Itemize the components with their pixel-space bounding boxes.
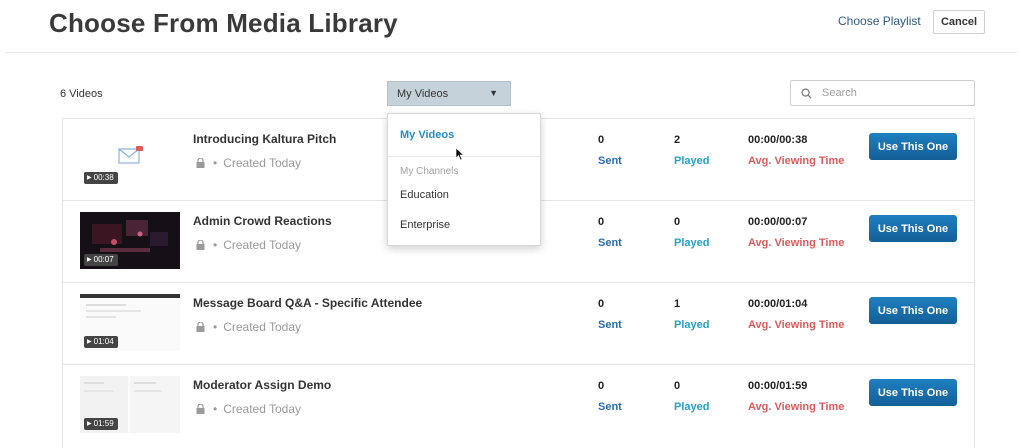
sent-label: Sent: [598, 319, 622, 331]
lock-icon: [196, 158, 205, 168]
sent-count: 0: [598, 216, 605, 228]
search-box[interactable]: [790, 80, 975, 106]
search-input[interactable]: [820, 86, 964, 100]
video-thumbnail[interactable]: ▶ 01:59: [80, 376, 180, 433]
video-count: 6 Videos: [60, 88, 103, 100]
duration-text: 01:59: [93, 419, 114, 428]
played-label: Played: [674, 237, 710, 249]
created-label: Created Today: [223, 402, 302, 416]
video-meta: • Created Today: [196, 156, 301, 170]
viewing-time-label: Avg. Viewing Time: [748, 401, 845, 413]
play-icon: ▶: [87, 257, 92, 263]
viewing-time-label: Avg. Viewing Time: [748, 319, 845, 331]
play-icon: ▶: [87, 339, 92, 345]
video-title: Message Board Q&A - Specific Attendee: [193, 296, 423, 310]
use-this-one-button[interactable]: Use This One: [869, 215, 957, 242]
sent-label: Sent: [598, 401, 622, 413]
viewing-time: 00:00/01:59: [748, 380, 808, 392]
video-thumbnail[interactable]: ▶ 00:07: [80, 212, 180, 269]
use-this-one-button[interactable]: Use This One: [869, 297, 957, 324]
dropdown-separator: [388, 156, 540, 157]
play-icon: ▶: [87, 175, 92, 181]
played-count: 0: [674, 216, 681, 228]
lock-icon: [196, 240, 205, 250]
sent-label: Sent: [598, 155, 622, 167]
bullet: •: [213, 156, 218, 170]
duration-text: 01:04: [93, 337, 114, 346]
sent-count: 0: [598, 380, 605, 392]
played-count: 2: [674, 134, 681, 146]
filter-select-value: My Videos: [397, 87, 449, 100]
video-title: Moderator Assign Demo: [193, 378, 332, 392]
bullet: •: [213, 320, 218, 334]
lock-icon: [196, 322, 205, 332]
mouse-cursor-icon: [456, 148, 464, 160]
dropdown-header-my-channels: My Channels: [400, 166, 459, 177]
created-label: Created Today: [223, 156, 302, 170]
page-title: Choose From Media Library: [49, 8, 398, 38]
video-meta: • Created Today: [196, 402, 301, 416]
lock-icon: [196, 404, 205, 414]
use-this-one-button[interactable]: Use This One: [869, 379, 957, 406]
header-divider: [5, 52, 1017, 53]
played-count: 1: [674, 298, 681, 310]
dropdown-item-enterprise[interactable]: Enterprise: [400, 219, 450, 231]
dropdown-item-education[interactable]: Education: [400, 189, 449, 201]
duration-badge: ▶ 01:04: [84, 336, 118, 348]
video-row: ▶ 01:04 Message Board Q&A - Specific Atte…: [63, 283, 974, 365]
sent-label: Sent: [598, 237, 622, 249]
dropdown-item-my-videos[interactable]: My Videos: [400, 129, 454, 141]
filter-select[interactable]: My Videos ▼: [387, 81, 511, 106]
choose-playlist-link[interactable]: Choose Playlist: [838, 14, 921, 28]
video-meta: • Created Today: [196, 320, 301, 334]
duration-text: 00:07: [93, 255, 114, 264]
viewing-time-label: Avg. Viewing Time: [748, 155, 845, 167]
duration-badge: ▶ 00:07: [84, 254, 118, 266]
viewing-time: 00:00/00:38: [748, 134, 808, 146]
sent-count: 0: [598, 134, 605, 146]
played-label: Played: [674, 401, 710, 413]
video-title: Admin Crowd Reactions: [193, 214, 332, 228]
bullet: •: [213, 238, 218, 252]
email-icon: [118, 146, 143, 164]
created-label: Created Today: [223, 320, 302, 334]
viewing-time: 00:00/00:07: [748, 216, 808, 228]
duration-badge: ▶ 00:38: [84, 172, 118, 184]
chevron-down-icon: ▼: [489, 88, 498, 98]
bullet: •: [213, 402, 218, 416]
video-thumbnail[interactable]: ▶ 01:04: [80, 294, 180, 351]
duration-text: 00:38: [93, 173, 114, 182]
search-icon: [801, 88, 812, 99]
played-count: 0: [674, 380, 681, 392]
video-title: Introducing Kaltura Pitch: [193, 132, 337, 146]
played-label: Played: [674, 155, 710, 167]
use-this-one-button[interactable]: Use This One: [869, 133, 957, 160]
play-icon: ▶: [87, 421, 92, 427]
video-thumbnail[interactable]: ▶ 00:38: [80, 130, 180, 187]
viewing-time: 00:00/01:04: [748, 298, 808, 310]
created-label: Created Today: [223, 238, 302, 252]
cancel-button[interactable]: Cancel: [933, 10, 985, 34]
filter-dropdown-menu: My Videos My Channels Education Enterpri…: [387, 113, 541, 246]
viewing-time-label: Avg. Viewing Time: [748, 237, 845, 249]
video-row: ▶ 01:59 Moderator Assign Demo • Created T…: [63, 365, 974, 447]
video-meta: • Created Today: [196, 238, 301, 252]
played-label: Played: [674, 319, 710, 331]
duration-badge: ▶ 01:59: [84, 418, 118, 430]
sent-count: 0: [598, 298, 605, 310]
